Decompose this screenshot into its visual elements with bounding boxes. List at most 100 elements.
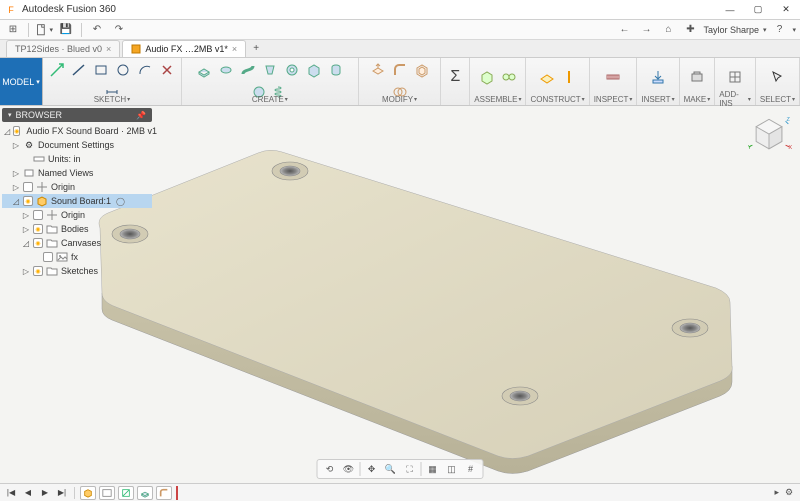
redo-button[interactable]: ↷ — [110, 22, 128, 38]
save-button[interactable]: 💾 — [57, 22, 75, 38]
file-menu-button[interactable]: ▾ — [35, 22, 53, 38]
tree-canvas-item[interactable]: fx — [2, 250, 152, 264]
trim-button[interactable] — [157, 60, 177, 80]
visual-style-button[interactable]: ◫ — [444, 462, 460, 476]
chevron-down-icon[interactable]: ▾ — [748, 96, 751, 103]
expand-icon[interactable]: ▷ — [22, 267, 30, 276]
tab-close-icon[interactable]: × — [232, 44, 237, 54]
circle-button[interactable] — [113, 60, 133, 80]
zoom-button[interactable]: 🔍 — [383, 462, 399, 476]
fillet-button[interactable] — [390, 60, 410, 80]
tree-origin-root[interactable]: ▷ Origin — [2, 180, 152, 194]
insert-button[interactable] — [648, 67, 668, 87]
collapse-icon[interactable]: ◿ — [12, 197, 20, 206]
visibility-toggle[interactable]: ◉ — [33, 238, 43, 248]
viewcube[interactable]: Z X Y — [746, 112, 792, 158]
timeline-feature-extrude[interactable] — [137, 486, 153, 500]
tree-root[interactable]: ◿ ◉ Audio FX Sound Board · 2MB v1 — [2, 124, 152, 138]
user-menu-arrow-icon[interactable]: ▾ — [763, 26, 767, 34]
tree-named-views[interactable]: ▷ Named Views — [2, 166, 152, 180]
visibility-toggle[interactable]: ◉ — [33, 266, 43, 276]
window-maximize-button[interactable]: ▢ — [744, 0, 772, 20]
tree-canvases[interactable]: ◿ ◉ Canvases — [2, 236, 152, 250]
chevron-down-icon[interactable]: ▾ — [792, 96, 795, 103]
addins-button[interactable] — [725, 67, 745, 87]
sweep-button[interactable] — [238, 60, 258, 80]
orbit-button[interactable]: ⟲ — [322, 462, 338, 476]
timeline-feature-canvas[interactable] — [99, 486, 115, 500]
chevron-down-icon[interactable]: ▾ — [127, 96, 130, 103]
workspace-switcher[interactable]: MODEL ▾ — [0, 58, 43, 105]
parameters-button[interactable]: Σ — [445, 67, 465, 87]
nav-home-button[interactable]: ⌂ — [659, 22, 677, 38]
revolve-button[interactable] — [216, 60, 236, 80]
rectangle-button[interactable] — [91, 60, 111, 80]
expand-icon[interactable]: ▷ — [12, 183, 20, 192]
look-at-button[interactable]: 👁 — [341, 462, 357, 476]
tree-sketches[interactable]: ▷ ◉ Sketches — [2, 264, 152, 278]
loft-button[interactable] — [260, 60, 280, 80]
new-component-button[interactable] — [477, 67, 497, 87]
measure-button[interactable] — [603, 67, 623, 87]
window-close-button[interactable]: ✕ — [772, 0, 800, 20]
timeline-play-button[interactable]: ▶ — [38, 486, 52, 500]
expand-icon[interactable]: ▷ — [22, 211, 30, 220]
new-design-button[interactable]: ✚ — [681, 22, 699, 38]
visibility-toggle[interactable]: ◉ — [33, 224, 43, 234]
tree-component-soundboard[interactable]: ◿ ◉ Sound Board:1 ◯ — [2, 194, 152, 208]
hole-button[interactable] — [282, 60, 302, 80]
press-pull-button[interactable] — [368, 60, 388, 80]
viewport[interactable]: ▾ BROWSER 📌 ◿ ◉ Audio FX Sound Board · 2… — [0, 106, 800, 483]
nav-back-button[interactable]: ← — [615, 22, 633, 38]
tree-units[interactable]: Units: in — [2, 152, 152, 166]
timeline-settings-button[interactable]: ⚙ — [782, 486, 796, 500]
chevron-down-icon[interactable]: ▾ — [285, 96, 288, 103]
collapse-icon[interactable]: ◿ — [4, 127, 10, 136]
pin-icon[interactable]: 📌 — [136, 111, 146, 120]
timeline-feature-fillet[interactable] — [156, 486, 172, 500]
timeline-prev-button[interactable]: ◀ — [21, 486, 35, 500]
pan-button[interactable]: ✥ — [364, 462, 380, 476]
visibility-toggle[interactable] — [33, 210, 43, 220]
visibility-toggle[interactable]: ◉ — [13, 126, 20, 136]
extrude-button[interactable] — [194, 60, 214, 80]
expand-icon[interactable]: ▷ — [22, 225, 30, 234]
document-tab-active[interactable]: Audio FX …2MB v1* × — [122, 40, 246, 57]
expand-icon[interactable]: ▷ — [12, 169, 20, 178]
timeline-next-button[interactable]: ▶| — [55, 486, 69, 500]
shell-button[interactable] — [412, 60, 432, 80]
box-button[interactable] — [304, 60, 324, 80]
new-tab-button[interactable]: + — [248, 40, 264, 57]
collapse-icon[interactable]: ◿ — [22, 239, 30, 248]
help-menu-arrow-icon[interactable]: ▾ — [792, 26, 796, 34]
help-button[interactable]: ? — [770, 22, 788, 38]
undo-button[interactable]: ↶ — [88, 22, 106, 38]
user-name[interactable]: Taylor Sharpe — [703, 25, 759, 35]
window-minimize-button[interactable]: — — [716, 0, 744, 20]
make-button[interactable] — [687, 67, 707, 87]
timeline-start-button[interactable]: |◀ — [4, 486, 18, 500]
chevron-down-icon[interactable]: ▾ — [518, 96, 521, 103]
tab-close-icon[interactable]: × — [106, 44, 111, 54]
nav-forward-button[interactable]: → — [637, 22, 655, 38]
chevron-down-icon[interactable]: ▾ — [672, 96, 675, 103]
data-panel-toggle-icon[interactable]: ⊞ — [4, 22, 22, 38]
arc-button[interactable] — [135, 60, 155, 80]
fit-button[interactable]: ⛶ — [402, 462, 418, 476]
chevron-down-icon[interactable]: ▾ — [629, 96, 632, 103]
activate-radio-icon[interactable]: ◯ — [116, 197, 125, 206]
grid-button[interactable]: # — [463, 462, 479, 476]
visibility-toggle[interactable] — [23, 182, 33, 192]
expand-icon[interactable]: ▷ — [12, 141, 20, 150]
timeline-feature-component[interactable] — [80, 486, 96, 500]
tree-bodies[interactable]: ▷ ◉ Bodies — [2, 222, 152, 236]
line-button[interactable] — [69, 60, 89, 80]
tree-origin-comp[interactable]: ▷ Origin — [2, 208, 152, 222]
select-button[interactable] — [767, 67, 787, 87]
chevron-down-icon[interactable]: ▾ — [414, 96, 417, 103]
cylinder-button[interactable] — [326, 60, 346, 80]
chevron-down-icon[interactable]: ▾ — [582, 96, 585, 103]
timeline-playhead[interactable] — [176, 486, 178, 500]
create-sketch-button[interactable] — [47, 60, 67, 80]
plane-button[interactable] — [537, 67, 557, 87]
